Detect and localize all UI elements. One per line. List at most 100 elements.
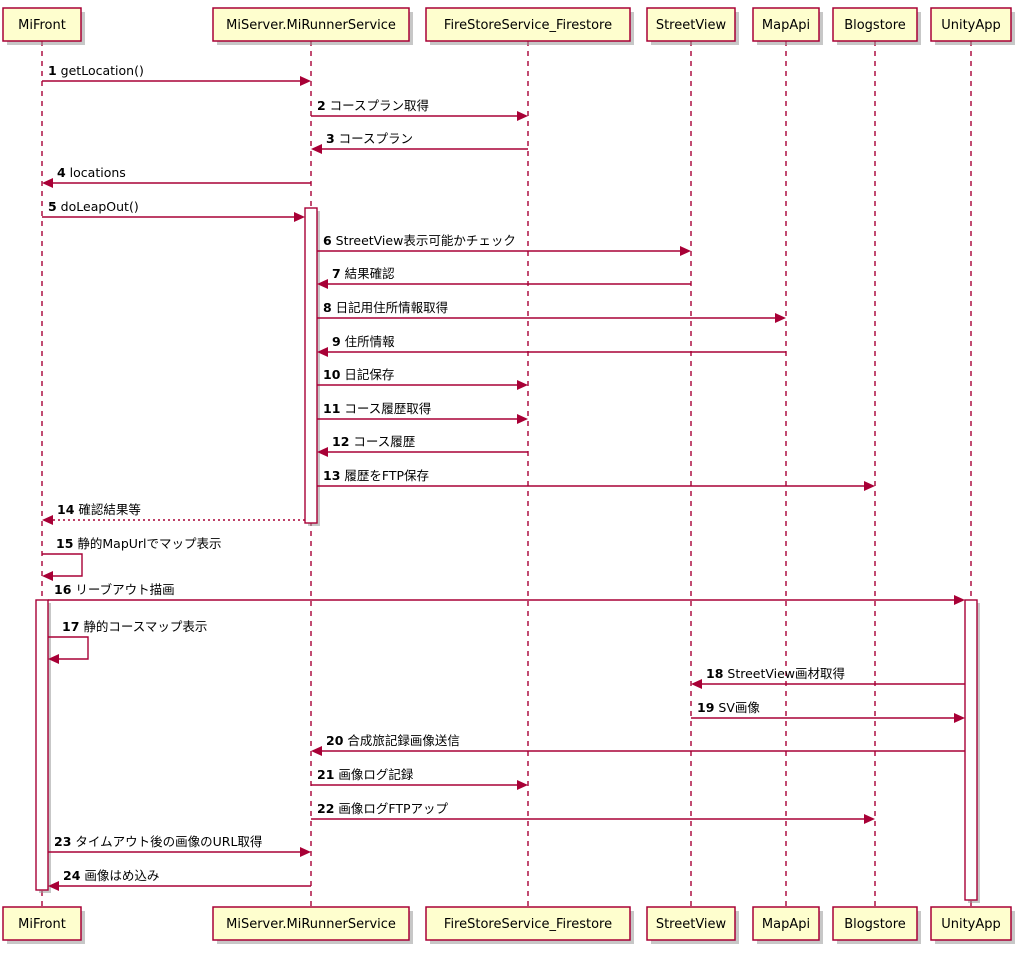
message-5: 5 doLeapOut() [42,199,305,222]
message-label-6: 6 StreetView表示可能かチェック [323,233,516,248]
message-label-11: 11 コース履歴取得 [323,401,431,416]
participant-footer-unityapp[interactable]: UnityApp [930,906,1015,944]
participant-label-streetview: StreetView [656,18,727,33]
participant-footer-mifront[interactable]: MiFront [2,906,85,944]
participant-header-firestore[interactable]: FireStoreService_Firestore [425,7,634,45]
arrow-head-1 [300,76,311,86]
message-23: 23 タイムアウト後の画像のURL取得 [48,834,311,857]
message-line-17 [48,636,89,660]
message-label-19: 19 SV画像 [697,700,760,715]
participant-footer-streetview[interactable]: StreetView [646,906,739,944]
sequence-diagram-svg: 1 getLocation() 2 コースプラン取得 3 コースプラン 4 locat… [2,7,1015,944]
arrow-head-18 [691,679,702,689]
arrow-head-14 [42,515,53,525]
participant-label-mapapi: MapApi [762,917,810,932]
participant-label-firestore: FireStoreService_Firestore [444,18,612,33]
participant-header-mifront[interactable]: MiFront [2,7,85,45]
arrow-head-19 [954,713,965,723]
participant-header-streetview[interactable]: StreetView [646,7,739,45]
participant-label-streetview: StreetView [656,917,727,932]
participant-footer-firestore[interactable]: FireStoreService_Firestore [425,906,634,944]
message-11: 11 コース履歴取得 [317,401,528,424]
message-2: 2 コースプラン取得 [311,98,528,121]
arrow-head-8 [775,313,786,323]
message-label-1: 1 getLocation() [48,63,144,78]
participant-label-miserver: MiServer.MiRunnerService [226,18,396,33]
message-label-12: 12 コース履歴 [332,434,415,449]
message-19: 19 SV画像 [691,700,965,723]
participant-footer-miserver[interactable]: MiServer.MiRunnerService [212,906,413,944]
message-label-14: 14 確認結果等 [57,502,141,517]
message-21: 21 画像ログ記録 [311,767,528,790]
message-label-21: 21 画像ログ記録 [317,767,414,782]
activation-bar-unityapp [964,599,978,901]
message-16: 16 リーブアウト描画 [48,582,965,605]
message-12: 12 コース履歴 [317,434,528,457]
arrow-head-6 [680,246,691,256]
participant-label-blogstore: Blogstore [844,18,906,33]
message-17: 17 静的コースマップ表示 [48,619,207,664]
messages-layer: 1 getLocation() 2 コースプラン取得 3 コースプラン 4 locat… [42,63,965,891]
message-label-2: 2 コースプラン取得 [317,98,429,113]
participant-header-miserver[interactable]: MiServer.MiRunnerService [212,7,413,45]
message-3: 3 コースプラン [311,131,528,154]
message-7: 7 結果確認 [317,266,691,289]
activation-bar-miserver [304,207,318,524]
message-20: 20 合成旅記録画像送信 [311,733,965,756]
arrow-head-22 [864,814,875,824]
activation-bar-mifront [35,599,49,891]
arrow-head-5 [294,212,305,222]
message-13: 13 履歴をFTP保存 [317,468,875,491]
arrow-head-15 [42,571,53,581]
arrow-head-21 [517,780,528,790]
arrow-head-20 [311,746,322,756]
sequence-diagram-canvas: 1 getLocation() 2 コースプラン取得 3 コースプラン 4 locat… [0,0,1024,954]
participant-label-firestore: FireStoreService_Firestore [444,917,612,932]
message-label-9: 9 住所情報 [332,334,395,349]
arrow-head-23 [300,847,311,857]
arrow-head-10 [517,380,528,390]
message-label-4: 4 locations [57,165,126,180]
participant-header-mapapi[interactable]: MapApi [752,7,823,45]
message-label-8: 8 日記用住所情報取得 [323,300,448,315]
message-18: 18 StreetView画材取得 [691,666,965,689]
participant-header-blogstore[interactable]: Blogstore [832,7,921,45]
message-label-22: 22 画像ログFTPアップ [317,801,449,816]
participant-label-mapapi: MapApi [762,18,810,33]
participant-label-miserver: MiServer.MiRunnerService [226,917,396,932]
participant-label-blogstore: Blogstore [844,917,906,932]
message-label-24: 24 画像はめ込み [63,868,159,883]
message-label-5: 5 doLeapOut() [48,199,139,214]
message-label-13: 13 履歴をFTP保存 [323,468,429,483]
message-14: 14 確認結果等 [42,502,305,525]
message-24: 24 画像はめ込み [48,868,311,891]
message-label-3: 3 コースプラン [326,131,413,146]
lifelines-layer [41,41,972,907]
message-label-16: 16 リーブアウト描画 [54,582,175,597]
message-label-17: 17 静的コースマップ表示 [62,619,207,634]
participant-label-mifront: MiFront [18,917,66,932]
arrow-head-13 [864,481,875,491]
participant-footer-blogstore[interactable]: Blogstore [832,906,921,944]
message-label-7: 7 結果確認 [332,266,395,281]
message-label-10: 10 日記保存 [323,367,394,382]
message-9: 9 住所情報 [317,334,786,357]
arrow-head-16 [954,595,965,605]
message-22: 22 画像ログFTPアップ [311,801,875,824]
arrow-head-2 [517,111,528,121]
arrow-head-4 [42,178,53,188]
message-6: 6 StreetView表示可能かチェック [317,233,691,256]
activations-layer [35,207,980,903]
participant-label-unityapp: UnityApp [941,917,1001,932]
message-1: 1 getLocation() [42,63,311,86]
message-line-15 [42,553,83,577]
message-label-20: 20 合成旅記録画像送信 [326,733,460,748]
message-4: 4 locations [42,165,311,188]
participant-header-unityapp[interactable]: UnityApp [930,7,1015,45]
message-10: 10 日記保存 [317,367,528,390]
participant-label-mifront: MiFront [18,18,66,33]
message-8: 8 日記用住所情報取得 [317,300,786,323]
participant-footer-mapapi[interactable]: MapApi [752,906,823,944]
message-label-23: 23 タイムアウト後の画像のURL取得 [54,834,262,849]
participant-label-unityapp: UnityApp [941,18,1001,33]
